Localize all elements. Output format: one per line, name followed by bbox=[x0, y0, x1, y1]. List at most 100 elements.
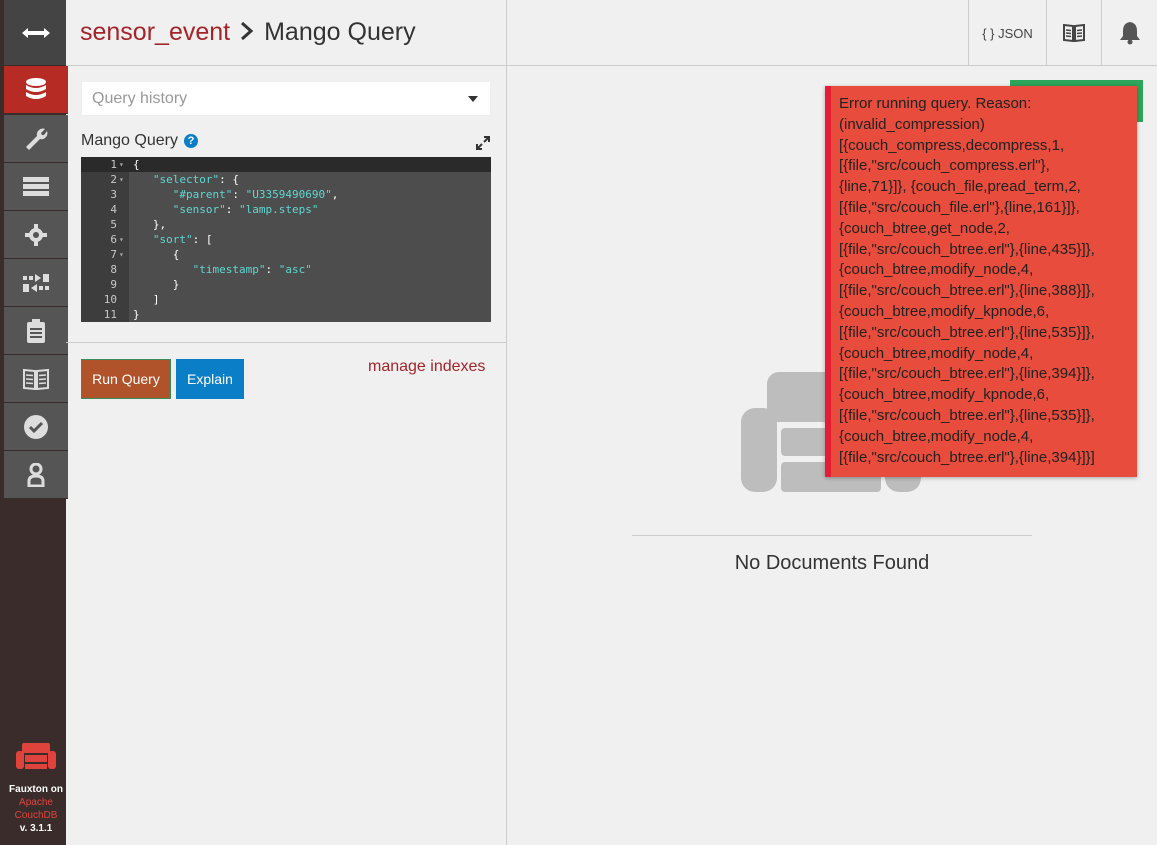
sidebar-item-active-tasks[interactable] bbox=[4, 163, 68, 211]
line-number: 7 bbox=[110, 248, 117, 261]
error-message-line: [{file,"src/couch_compress.erl"}, bbox=[839, 157, 1050, 175]
manage-indexes-link[interactable]: manage indexes bbox=[368, 358, 485, 376]
error-message-line: [{file,"src/couch_btree.erl"},{line,394}… bbox=[839, 365, 1095, 383]
sidebar-item-documentation[interactable] bbox=[4, 355, 68, 403]
line-number: 4 bbox=[110, 203, 117, 216]
fold-toggle-icon[interactable]: ▾ bbox=[119, 232, 124, 247]
user-icon bbox=[27, 462, 45, 487]
error-message-line: {couch_btree,modify_node,4, bbox=[839, 344, 1034, 362]
code-text: "sensor": "lamp.steps" bbox=[172, 203, 319, 216]
code-text: ] bbox=[133, 293, 160, 306]
line-number: 6 bbox=[110, 233, 117, 246]
footer-fauxton: Fauxton on bbox=[9, 784, 63, 795]
fold-toggle-icon[interactable]: ▾ bbox=[119, 157, 124, 172]
wrench-icon bbox=[26, 128, 48, 150]
code-text: } bbox=[133, 308, 140, 321]
line-number: 10 bbox=[103, 293, 117, 306]
results-divider bbox=[632, 535, 1032, 536]
line-number: 2 bbox=[110, 173, 117, 186]
caret-down-icon bbox=[468, 96, 478, 102]
code-line: 6 ▾ "sort": [ bbox=[81, 232, 491, 247]
error-message-line: {couch_btree,get_node,2, bbox=[839, 219, 1010, 237]
error-message-line: [{file,"src/couch_btree.erl"},{line,535}… bbox=[839, 406, 1095, 424]
json-button[interactable]: { } JSON bbox=[968, 0, 1046, 66]
code-text: "sort": [ bbox=[152, 233, 213, 246]
sidebar-item-verify[interactable] bbox=[4, 403, 68, 451]
error-message-line: Error running query. Reason: bbox=[839, 95, 1032, 112]
code-line: 9 } bbox=[81, 277, 491, 292]
query-editor-pane: Query history Mango Query ? 1 ▾{2 ▾ "selec… bbox=[66, 66, 507, 845]
code-editor[interactable]: 1 ▾{2 ▾ "selector": {3 "#parent": "U335949… bbox=[81, 157, 491, 322]
divider bbox=[66, 342, 506, 343]
fold-toggle-icon[interactable]: ▾ bbox=[119, 247, 124, 262]
breadcrumb-database-link[interactable]: sensor_event bbox=[80, 18, 230, 47]
couchdb-logo-icon bbox=[16, 743, 56, 769]
error-message-line: [{file,"src/couch_btree.erl"},{line,435}… bbox=[839, 240, 1095, 258]
breadcrumb: sensor_event Mango Query bbox=[66, 0, 507, 66]
footer-couchdb-link[interactable]: CouchDB bbox=[4, 809, 68, 822]
code-line: 2 ▾ "selector": { bbox=[81, 172, 491, 187]
error-message-line: {couch_btree,modify_node,4, bbox=[839, 261, 1034, 279]
notifications-button[interactable] bbox=[1101, 0, 1157, 66]
code-line: 5 }, bbox=[81, 217, 491, 232]
sidebar-toggle-button[interactable] bbox=[4, 0, 68, 66]
mango-query-label: Mango Query ? bbox=[81, 132, 198, 150]
line-number: 5 bbox=[110, 218, 117, 231]
error-message-line: [{couch_compress,decompress,1, bbox=[839, 136, 1065, 154]
code-line: 10 ] bbox=[81, 292, 491, 307]
code-line: 8 "timestamp": "asc" bbox=[81, 262, 491, 277]
fold-toggle-icon[interactable]: ▾ bbox=[119, 172, 124, 187]
code-text: "#parent": "U3359490690", bbox=[172, 188, 339, 201]
sidebar-item-config[interactable] bbox=[4, 211, 68, 259]
chevron-right-icon bbox=[240, 19, 254, 47]
error-message-line: [{file,"src/couch_btree.erl"},{line,388}… bbox=[839, 282, 1095, 300]
sidebar-footer: Fauxton on Apache CouchDB v. 3.1.1 bbox=[4, 743, 68, 835]
help-icon[interactable]: ? bbox=[183, 134, 198, 148]
explain-button[interactable]: Explain bbox=[176, 359, 244, 399]
error-message-line: (invalid_compression) bbox=[839, 115, 985, 133]
code-line: 3 "#parent": "U3359490690", bbox=[81, 187, 491, 202]
line-number: 8 bbox=[110, 263, 117, 276]
line-number: 9 bbox=[110, 278, 117, 291]
toggle-arrows-icon bbox=[22, 27, 50, 38]
footer-apache-link[interactable]: Apache bbox=[4, 796, 68, 809]
database-icon bbox=[26, 77, 46, 99]
query-history-select[interactable]: Query history bbox=[81, 81, 491, 116]
no-documents-text: No Documents Found bbox=[734, 552, 930, 574]
query-history-placeholder: Query history bbox=[92, 90, 188, 107]
expand-icon[interactable] bbox=[476, 136, 490, 155]
code-text: } bbox=[133, 278, 180, 291]
code-text: "timestamp": "asc" bbox=[192, 263, 312, 276]
sidebar-item-logs[interactable] bbox=[4, 307, 68, 355]
code-text: { bbox=[133, 248, 180, 261]
line-number: 3 bbox=[110, 188, 117, 201]
documentation-button[interactable] bbox=[1046, 0, 1101, 66]
error-message-line: {couch_btree,modify_kpnode,6, bbox=[839, 302, 1050, 320]
book-icon bbox=[1063, 24, 1085, 42]
sidebar: Fauxton on Apache CouchDB v. 3.1.1 bbox=[0, 0, 68, 845]
code-line: 11} bbox=[81, 307, 491, 322]
error-message-line: [{file,"src/couch_file.erl"},{line,161}]… bbox=[839, 198, 1080, 216]
error-notification[interactable]: Error running query. Reason: (invalid_com… bbox=[825, 86, 1137, 477]
page-title: Mango Query bbox=[264, 18, 416, 46]
sidebar-item-replication[interactable] bbox=[4, 259, 68, 307]
footer-version: v. 3.1.1 bbox=[19, 823, 53, 834]
clipboard-icon bbox=[27, 318, 45, 343]
error-message-line: {couch_btree,modify_kpnode,6, bbox=[839, 386, 1050, 404]
error-message-line: {couch_btree,modify_node,4, bbox=[839, 427, 1034, 445]
code-text: { bbox=[133, 158, 140, 171]
line-number: 1 bbox=[110, 158, 117, 171]
book-icon bbox=[23, 368, 49, 390]
sidebar-item-databases[interactable] bbox=[4, 66, 68, 114]
code-text: }, bbox=[133, 218, 167, 231]
sidebar-item-setup[interactable] bbox=[4, 115, 68, 163]
error-message-line: [{file,"src/couch_btree.erl"},{line,535}… bbox=[839, 323, 1095, 341]
sidebar-item-user[interactable] bbox=[4, 451, 68, 499]
replication-icon bbox=[23, 273, 49, 292]
error-message-line: {line,71}]}, {couch_file,pread_term,2, bbox=[839, 178, 1081, 196]
header-toolbar: { } JSON bbox=[507, 0, 1157, 66]
error-message-line: [{file,"src/couch_btree.erl"},{line,394}… bbox=[839, 448, 1095, 466]
mango-query-label-text: Mango Query bbox=[81, 132, 178, 149]
check-circle-icon bbox=[24, 414, 48, 439]
run-query-button[interactable]: Run Query bbox=[81, 359, 171, 399]
